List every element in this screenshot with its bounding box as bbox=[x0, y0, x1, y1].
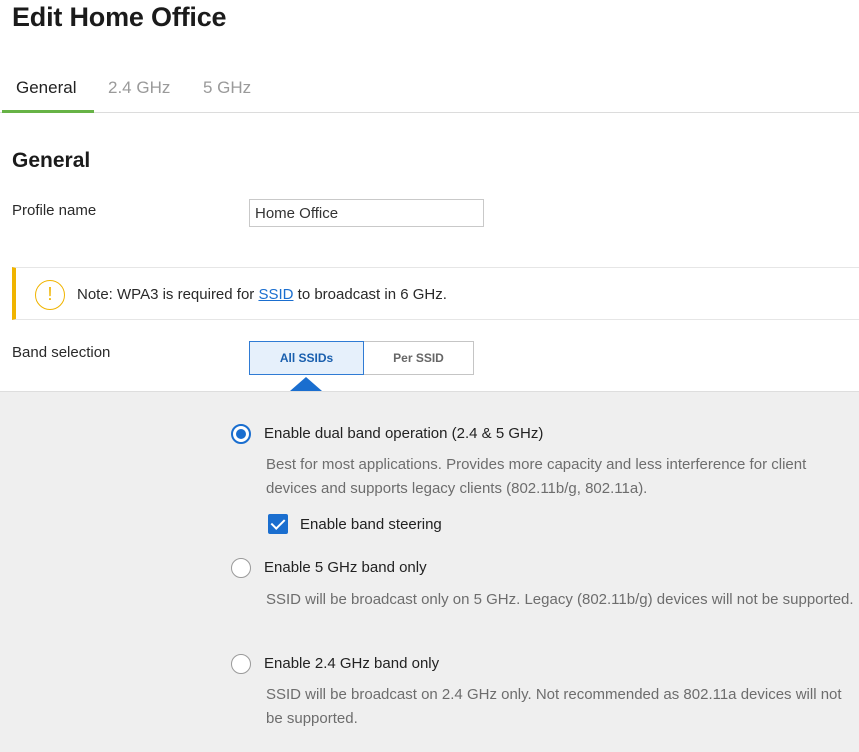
active-tab-indicator bbox=[2, 110, 94, 113]
profile-name-label: Profile name bbox=[12, 202, 97, 219]
tab-bar: General 2.4 GHz 5 GHz bbox=[0, 70, 859, 113]
5ghz-only-radio[interactable] bbox=[231, 558, 251, 578]
band-selection-label: Band selection bbox=[12, 344, 111, 361]
note-text: Note: WPA3 is required for SSID to broad… bbox=[77, 286, 447, 303]
section-title-general: General bbox=[12, 149, 91, 172]
note-prefix: Note: WPA3 is required for bbox=[77, 286, 259, 303]
page-title: Edit Home Office bbox=[12, 2, 227, 32]
tab-general[interactable]: General bbox=[16, 78, 76, 98]
all-ssids-button[interactable]: All SSIDs bbox=[249, 341, 364, 375]
tab-2-4-ghz[interactable]: 2.4 GHz bbox=[108, 78, 170, 98]
band-selection-toggle: All SSIDs Per SSID bbox=[249, 341, 474, 375]
band-steering-label: Enable band steering bbox=[300, 516, 442, 533]
band-steering-checkbox[interactable] bbox=[268, 514, 288, 534]
dual-band-radio[interactable] bbox=[231, 424, 251, 444]
2-4ghz-only-label: Enable 2.4 GHz band only bbox=[264, 655, 440, 672]
2-4ghz-only-radio[interactable] bbox=[231, 654, 251, 674]
2-4ghz-only-description: SSID will be broadcast on 2.4 GHz only. … bbox=[266, 686, 842, 727]
5ghz-only-label: Enable 5 GHz band only bbox=[264, 559, 427, 576]
warning-circle-icon: ! bbox=[35, 280, 65, 310]
dual-band-description: Best for most applications. Provides mor… bbox=[266, 456, 807, 497]
selection-pointer-arrow bbox=[290, 377, 322, 391]
per-ssid-button[interactable]: Per SSID bbox=[364, 342, 473, 374]
tab-5-ghz[interactable]: 5 GHz bbox=[203, 78, 251, 98]
wpa3-note-banner: ! Note: WPA3 is required for SSID to bro… bbox=[12, 267, 859, 320]
note-suffix: to broadcast in 6 GHz. bbox=[293, 286, 447, 303]
ssid-link[interactable]: SSID bbox=[258, 286, 293, 303]
profile-name-input[interactable] bbox=[249, 199, 484, 227]
5ghz-only-description: SSID will be broadcast only on 5 GHz. Le… bbox=[266, 591, 854, 608]
dual-band-label: Enable dual band operation (2.4 & 5 GHz) bbox=[264, 425, 544, 442]
